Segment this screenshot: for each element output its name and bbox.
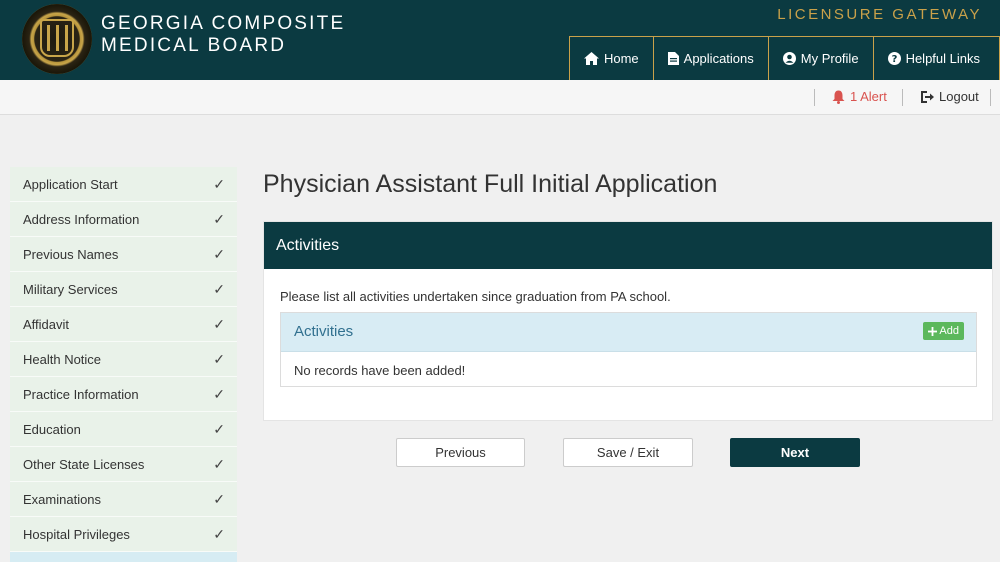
sidebar-item-label: Health Notice: [23, 351, 102, 367]
add-activity-button[interactable]: Add: [923, 322, 964, 340]
sidebar-item-education[interactable]: Education ✓: [10, 412, 237, 447]
sidebar-item-practice-information[interactable]: Practice Information ✓: [10, 377, 237, 412]
activities-panel: Activities Please list all activities un…: [263, 221, 993, 421]
divider: [902, 89, 903, 106]
page-title: Physician Assistant Full Initial Applica…: [263, 170, 718, 198]
nav-applications-label: Applications: [683, 51, 754, 66]
nav-my-profile-label: My Profile: [800, 51, 859, 66]
logout-label: Logout: [939, 89, 979, 104]
sidebar-item-previous-names[interactable]: Previous Names ✓: [10, 237, 237, 272]
georgia-seal-logo: [22, 4, 92, 74]
sidebar-item-label: Affidavit: [23, 316, 70, 332]
sidebar-item-label: Previous Names: [23, 246, 119, 262]
sidebar-item-label: Practice Information: [23, 386, 139, 402]
nav-applications[interactable]: Applications: [652, 36, 768, 80]
nav-helpful-links-label: Helpful Links: [905, 51, 980, 66]
activities-list-header: Activities Add: [281, 313, 976, 352]
sidebar-item-hospital-privileges[interactable]: Hospital Privileges ✓: [10, 517, 237, 552]
home-icon: [583, 52, 599, 65]
checkmark-icon: ✓: [213, 245, 225, 262]
previous-button[interactable]: Previous: [396, 438, 525, 467]
checkmark-icon: ✓: [213, 315, 225, 332]
utility-bar: 1 Alert Logout: [0, 80, 1000, 115]
checkmark-icon: ✓: [213, 210, 225, 227]
checkmark-icon: ✓: [213, 280, 225, 297]
sidebar-item-label: Education: [23, 421, 81, 437]
sidebar-item-label: Military Services: [23, 281, 118, 297]
bell-icon: [832, 90, 845, 104]
sidebar-item-health-notice[interactable]: Health Notice ✓: [10, 342, 237, 377]
user-circle-icon: [782, 52, 796, 65]
sidebar-item-current-step[interactable]: [10, 552, 237, 562]
document-icon: [667, 52, 679, 65]
nav-home-label: Home: [603, 51, 639, 66]
sidebar-item-address-information[interactable]: Address Information ✓: [10, 202, 237, 237]
checkmark-icon: ✓: [213, 420, 225, 437]
activities-list-title: Activities: [294, 323, 354, 340]
alerts-link[interactable]: 1 Alert: [832, 89, 887, 104]
empty-state-message: No records have been added!: [294, 363, 466, 378]
gateway-title: LICENSURE GATEWAY: [777, 6, 982, 23]
svg-text:?: ?: [891, 54, 897, 65]
add-button-label: Add: [939, 325, 959, 337]
logout-link[interactable]: Logout: [921, 89, 979, 104]
sidebar-item-application-start[interactable]: Application Start ✓: [10, 167, 237, 202]
logout-icon: [921, 90, 934, 103]
nav-my-profile[interactable]: My Profile: [767, 36, 873, 80]
sidebar-item-other-state-licenses[interactable]: Other State Licenses ✓: [10, 447, 237, 482]
brand-line-1: GEORGIA COMPOSITE: [101, 13, 346, 34]
question-circle-icon: ?: [887, 52, 901, 65]
divider: [814, 89, 815, 106]
sidebar-item-examinations[interactable]: Examinations ✓: [10, 482, 237, 517]
brand-name: GEORGIA COMPOSITE MEDICAL BOARD: [101, 13, 345, 57]
sidebar-item-label: Hospital Privileges: [23, 526, 130, 542]
nav-helpful-links[interactable]: ? Helpful Links: [872, 36, 1000, 80]
brand-line-2: MEDICAL BOARD: [101, 35, 287, 56]
sidebar-item-affidavit[interactable]: Affidavit ✓: [10, 307, 237, 342]
checkmark-icon: ✓: [213, 385, 225, 402]
sidebar-item-label: Other State Licenses: [23, 456, 145, 472]
application-steps-sidebar: Application Start ✓ Address Information ✓ …: [10, 167, 237, 562]
save-exit-button[interactable]: Save / Exit: [563, 438, 693, 467]
checkmark-icon: ✓: [213, 455, 225, 472]
checkmark-icon: ✓: [213, 490, 225, 507]
sidebar-item-military-services[interactable]: Military Services ✓: [10, 272, 237, 307]
alerts-label: 1 Alert: [850, 89, 887, 104]
sidebar-item-label: Examinations: [23, 491, 102, 507]
site-header: GEORGIA COMPOSITE MEDICAL BOARD LICENSUR…: [0, 0, 1000, 80]
next-button[interactable]: Next: [730, 438, 860, 467]
sidebar-item-label: Application Start: [23, 176, 118, 192]
nav-home[interactable]: Home: [568, 36, 653, 80]
sidebar-item-label: Address Information: [23, 211, 140, 227]
panel-description: Please list all activities undertaken si…: [280, 289, 671, 304]
checkmark-icon: ✓: [213, 525, 225, 542]
main-nav: Home Applications My Profile ? Helpful L…: [568, 36, 1000, 80]
panel-title: Activities: [264, 222, 992, 269]
divider: [990, 89, 991, 106]
plus-icon: [928, 326, 938, 336]
checkmark-icon: ✓: [213, 350, 225, 367]
checkmark-icon: ✓: [213, 175, 225, 192]
activities-list: Activities Add No records have been adde…: [280, 312, 977, 387]
